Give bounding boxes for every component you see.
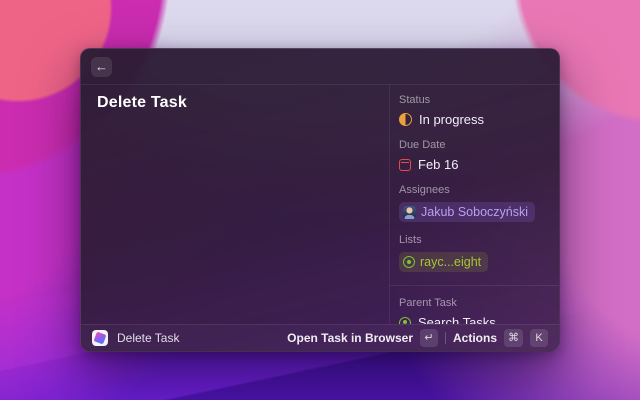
return-keycap: ↵ — [419, 329, 438, 347]
metadata-sidebar: Status In progress Due Date Feb 16 Assig… — [389, 85, 559, 324]
list-name: rayc...eight — [420, 255, 482, 269]
open-task-label: Open Task in Browser — [287, 331, 413, 345]
actions-menu-button[interactable]: Actions ⌘ K — [453, 329, 548, 347]
list-icon — [403, 256, 415, 268]
status-group: Status In progress — [399, 94, 549, 127]
window-body: Delete Task Status In progress Due Date … — [81, 85, 559, 324]
cmd-keycap: ⌘ — [504, 329, 523, 347]
back-button[interactable]: ← — [91, 56, 112, 77]
sidebar-divider — [390, 285, 559, 286]
parent-task-group: Parent Task Search Tasks — [399, 297, 549, 324]
assignees-group: Assignees Jakub Soboczyński — [399, 184, 549, 222]
list-tag: rayc...eight — [399, 252, 489, 272]
assignee-name: Jakub Soboczyński — [421, 205, 529, 219]
due-date-value-row: Feb 16 — [399, 157, 549, 172]
command-name: Delete Task — [117, 331, 180, 345]
raycast-window: ← Delete Task Status In progress Due Dat… — [80, 48, 560, 352]
footer-divider — [444, 332, 446, 344]
action-bar: Delete Task Open Task in Browser ↵ Actio… — [81, 324, 559, 351]
task-detail-pane: Delete Task — [81, 85, 389, 324]
assignees-label: Assignees — [399, 184, 450, 196]
in-progress-status-icon — [399, 113, 412, 126]
window-header: ← — [81, 49, 559, 85]
assignee-avatar — [403, 205, 416, 219]
due-date-label: Due Date — [399, 139, 446, 151]
assignee-tag: Jakub Soboczyński — [399, 202, 536, 222]
due-date-group: Due Date Feb 16 — [399, 139, 549, 172]
status-label: Status — [399, 94, 431, 106]
parent-task-list-icon — [399, 316, 411, 324]
k-keycap: K — [530, 329, 548, 347]
actions-label: Actions — [452, 331, 497, 345]
parent-task-label: Parent Task — [399, 297, 457, 309]
status-value: In progress — [419, 112, 485, 127]
status-value-row: In progress — [399, 112, 549, 127]
lists-group: Lists rayc...eight — [399, 234, 549, 272]
due-date-value: Feb 16 — [418, 157, 459, 172]
open-task-in-browser-button[interactable]: Open Task in Browser ↵ — [287, 329, 438, 347]
height-app-icon — [92, 330, 108, 346]
footer-actions: Open Task in Browser ↵ Actions ⌘ K — [287, 329, 548, 347]
page-title: Delete Task — [97, 94, 187, 111]
back-arrow-icon: ← — [95, 59, 108, 74]
parent-task-value: Search Tasks — [418, 315, 496, 324]
calendar-icon — [399, 158, 411, 171]
lists-label: Lists — [399, 234, 422, 246]
parent-task-value-row: Search Tasks — [399, 315, 549, 324]
desktop: { "window": { "back_icon": "←" }, "main"… — [0, 0, 640, 400]
